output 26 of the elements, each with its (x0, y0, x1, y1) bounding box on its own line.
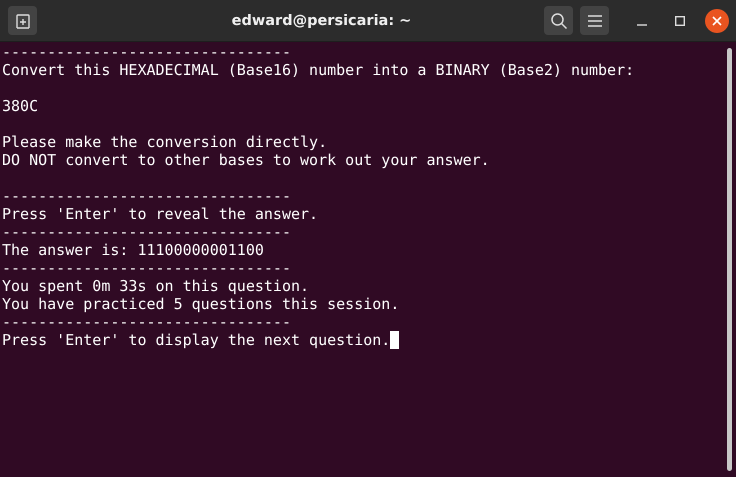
new-tab-button[interactable] (8, 6, 37, 35)
scrollbar[interactable] (727, 48, 732, 471)
terminal-line: 380C (2, 97, 38, 115)
window-title: edward@persicaria: ~ (230, 12, 412, 28)
terminal-line: -------------------------------- (2, 43, 291, 61)
terminal-line: You spent 0m 33s on this question. (2, 277, 310, 295)
terminal-line: Convert this HEXADECIMAL (Base16) number into a BINARY (Base2) number: (2, 61, 634, 79)
maximize-icon (675, 16, 685, 26)
search-icon (550, 12, 568, 30)
terminal-line: -------------------------------- (2, 187, 291, 205)
menu-button[interactable] (580, 6, 609, 35)
terminal-line: -------------------------------- (2, 223, 291, 241)
terminal-line: -------------------------------- (2, 259, 291, 277)
terminal-line: You have practiced 5 questions this session. (2, 295, 400, 313)
terminal-line: The answer is: 11100000001100 (2, 241, 264, 259)
terminal-line: -------------------------------- (2, 313, 291, 331)
close-icon (712, 16, 722, 26)
close-button[interactable] (705, 8, 729, 32)
minimize-icon (637, 24, 647, 26)
terminal-line: DO NOT convert to other bases to work out your answer. (2, 151, 490, 169)
search-button[interactable] (544, 6, 573, 35)
terminal-line: Please make the conversion directly. (2, 133, 328, 151)
terminal-line: Press 'Enter' to reveal the answer. (2, 205, 318, 223)
menu-icon (588, 14, 602, 26)
terminal-line: Press 'Enter' to display the next question. (2, 331, 390, 349)
new-tab-icon (14, 12, 30, 28)
